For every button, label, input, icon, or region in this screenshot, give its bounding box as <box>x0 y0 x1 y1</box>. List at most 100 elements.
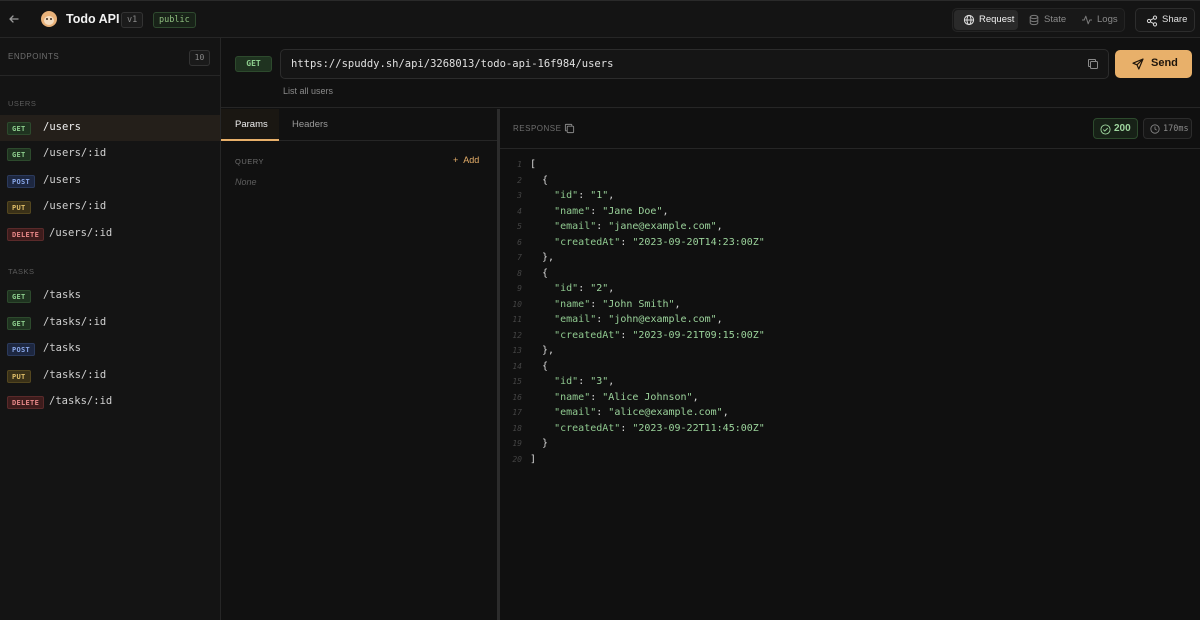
group-label-users: USERS <box>8 99 37 108</box>
add-param-button[interactable]: + Add <box>453 155 479 165</box>
code-line: 4 "name": "Jane Doe", <box>500 204 1200 219</box>
group-label-tasks: TASKS <box>8 267 35 276</box>
url-text: https://spuddy.sh/api/3268013/todo-api-1… <box>291 58 614 70</box>
code-line: 19 } <box>500 436 1200 451</box>
response-header: RESPONSE 200 170ms <box>500 109 1200 149</box>
code-text: } <box>530 438 549 449</box>
method-badge: GET <box>7 317 31 330</box>
code-line: 6 "createdAt": "2023-09-20T14:23:00Z" <box>500 235 1200 250</box>
method-badge: GET <box>7 290 31 303</box>
method-badge: POST <box>7 175 36 188</box>
share-button[interactable]: Share <box>1135 8 1195 32</box>
endpoint-path: /users/:id <box>43 147 107 159</box>
tab-state[interactable]: State <box>1019 10 1071 30</box>
endpoint-item[interactable]: GET /tasks <box>0 283 220 309</box>
code-text: "createdAt": "2023-09-21T09:15:00Z" <box>554 329 765 341</box>
top-bar: Todo API v1 public Request State Logs Sh… <box>0 0 1200 38</box>
code-text: [ <box>530 159 537 170</box>
globe-icon <box>963 14 975 26</box>
url-input[interactable]: https://spuddy.sh/api/3268013/todo-api-1… <box>280 49 1109 79</box>
endpoint-item[interactable]: GET /tasks/:id <box>0 310 220 336</box>
send-button[interactable]: Send <box>1115 50 1192 78</box>
query-section-label: QUERY <box>235 157 265 166</box>
response-panel: RESPONSE 200 170ms 1[2 {3 "id": "1", 4 "n… <box>500 109 1200 620</box>
line-number: 19 <box>512 439 522 448</box>
method-badge: PUT <box>7 201 31 214</box>
tab-logs[interactable]: Logs <box>1072 10 1122 30</box>
endpoint-item[interactable]: DELETE /tasks/:id <box>0 389 220 415</box>
code-line: 8 { <box>500 266 1200 281</box>
tab-request[interactable]: Request <box>954 10 1018 30</box>
code-text: "id": "1", <box>554 190 615 201</box>
code-text: "id": "2", <box>554 283 615 294</box>
endpoint-item[interactable]: DELETE /users/:id <box>0 221 220 247</box>
endpoints-sidebar: ENDPOINTS 10 USERS GET /users GET /users… <box>0 38 221 620</box>
endpoint-path: /users <box>43 121 81 133</box>
code-text: { <box>530 174 549 186</box>
line-number: 5 <box>517 222 522 231</box>
empty-params-text: None <box>235 177 257 187</box>
line-number: 10 <box>512 299 522 309</box>
endpoint-item[interactable]: PUT /users/:id <box>0 194 220 220</box>
method-badge: PUT <box>7 370 31 383</box>
share-icon <box>1146 14 1158 27</box>
line-number: 7 <box>517 253 522 262</box>
code-text: "email": "alice@example.com", <box>554 407 729 418</box>
code-text: "id": "3", <box>554 376 615 387</box>
code-line: 14 { <box>500 359 1200 374</box>
clock-icon <box>1150 124 1160 134</box>
line-number: 16 <box>512 392 522 402</box>
tab-params[interactable]: Params <box>235 119 268 130</box>
method-badge: GET <box>7 148 31 161</box>
code-text: { <box>530 267 549 279</box>
code-line: 9 "id": "2", <box>500 281 1200 296</box>
send-icon <box>1132 58 1144 70</box>
response-time: 170ms <box>1163 124 1189 134</box>
code-line: 1[ <box>500 157 1200 172</box>
tab-logs-label: Logs <box>1097 14 1118 25</box>
code-line: 17 "email": "alice@example.com", <box>500 405 1200 420</box>
plus-icon: + <box>453 155 459 165</box>
code-text: ] <box>530 453 537 465</box>
endpoint-path: /tasks <box>43 289 81 301</box>
database-icon <box>1028 14 1040 26</box>
line-number: 14 <box>512 361 522 371</box>
sidebar-header: ENDPOINTS 10 <box>0 38 220 76</box>
copy-response-icon[interactable] <box>564 123 575 134</box>
request-bar: GET https://spuddy.sh/api/3268013/todo-a… <box>221 38 1200 108</box>
code-line: 18 "createdAt": "2023-09-22T11:45:00Z" <box>500 421 1200 436</box>
method-badge: DELETE <box>7 228 45 241</box>
endpoint-path: /tasks <box>43 342 81 354</box>
sidebar-title: ENDPOINTS <box>8 52 60 61</box>
endpoint-item[interactable]: POST /users <box>0 168 220 194</box>
endpoint-path: /users/:id <box>43 200 107 212</box>
request-method-select[interactable]: GET <box>235 56 272 72</box>
line-number: 6 <box>517 237 522 247</box>
code-text: "name": "John Smith", <box>554 298 681 310</box>
code-line: 2 { <box>500 173 1200 188</box>
code-line: 10 "name": "John Smith", <box>500 297 1200 312</box>
request-description: List all users <box>283 86 334 96</box>
endpoint-item[interactable]: PUT /tasks/:id <box>0 363 220 389</box>
params-tabs: Params Headers <box>221 109 497 141</box>
line-number: 3 <box>517 191 522 200</box>
endpoint-item[interactable]: GET /users <box>0 115 220 141</box>
app-title: Todo API <box>66 12 120 26</box>
arrow-left-icon[interactable] <box>6 11 22 27</box>
share-label: Share <box>1162 14 1188 25</box>
endpoint-item[interactable]: POST /tasks <box>0 336 220 362</box>
line-number: 15 <box>512 377 522 386</box>
line-number: 13 <box>512 346 522 355</box>
response-label: RESPONSE <box>513 124 562 133</box>
tab-headers[interactable]: Headers <box>292 119 328 130</box>
line-number: 2 <box>517 175 522 185</box>
line-number: 17 <box>512 408 522 417</box>
code-text: { <box>530 360 549 372</box>
line-number: 9 <box>517 284 522 293</box>
copy-icon[interactable] <box>1087 58 1099 70</box>
code-text: "name": "Jane Doe", <box>554 205 669 217</box>
endpoint-item[interactable]: GET /users/:id <box>0 141 220 167</box>
code-line: 7 }, <box>500 250 1200 265</box>
tab-state-label: State <box>1044 14 1067 25</box>
timing-badge: 170ms <box>1143 118 1192 139</box>
